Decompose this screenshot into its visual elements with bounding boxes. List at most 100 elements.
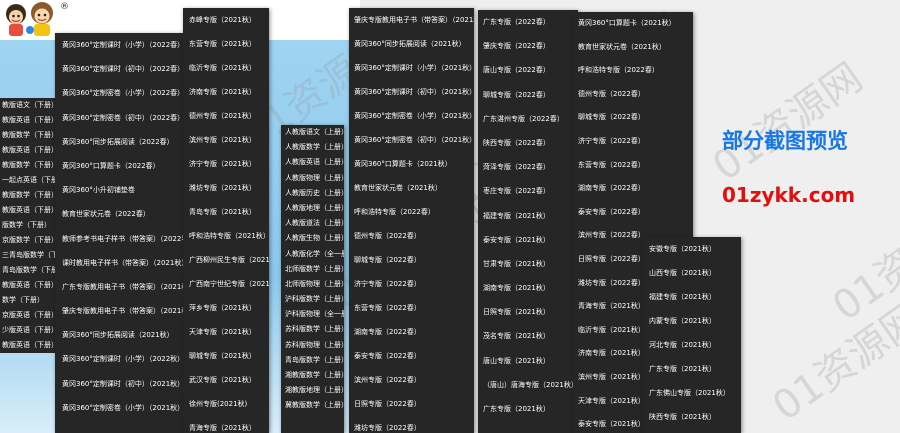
menu-item[interactable]: 湖南专版（2022春）	[573, 177, 693, 201]
menu-item[interactable]: 聊城专版（2022春）	[349, 248, 474, 272]
menu-item[interactable]: 教育世家状元卷（2021秋）	[349, 176, 474, 200]
menu-item[interactable]: 萍乡专版（2021秋）	[183, 296, 269, 320]
menu-item[interactable]: 湘教版地理（上册）	[281, 383, 344, 398]
menu-item[interactable]: 黄冈360°小升初铺垫卷	[55, 178, 185, 202]
menu-item[interactable]: 黄冈360°定制密卷（小学）（2021秋）	[55, 396, 185, 420]
menu-item[interactable]: 广东湛州专版（2022春）	[478, 107, 578, 131]
list-item[interactable]: 教版数学（下册）	[0, 128, 55, 143]
menu-item[interactable]: 黄冈360°定制密卷（小学）（2022春）	[55, 81, 185, 105]
menu-item[interactable]: 冀教版数学（上册）	[281, 398, 344, 413]
menu-item[interactable]: 东营专版（2022春）	[573, 154, 693, 178]
menu-item[interactable]: 济宁专版（2022春）	[349, 272, 474, 296]
menu-item[interactable]: 福建专版（2021秋）	[643, 285, 741, 309]
menu-item[interactable]: 天津专版（2021秋）	[183, 320, 269, 344]
menu-item[interactable]: 聊城专版（2022春）	[573, 106, 693, 130]
menu-item[interactable]: 河北专版（2021秋）	[643, 333, 741, 357]
menu-item[interactable]: 潍坊专版（2021秋）	[183, 176, 269, 200]
menu-item[interactable]: 黄冈360°定制密卷（初中）（2022春）	[55, 106, 185, 130]
menu-item[interactable]: 济宁专版（2021秋）	[183, 152, 269, 176]
menu-item[interactable]: （唐山）唐海专版（2021秋）	[478, 373, 578, 397]
list-item[interactable]: 教版英语（下册）	[0, 113, 55, 128]
menu-item[interactable]: 菏泽专版（2022春）	[478, 155, 578, 179]
menu-item[interactable]: 人教版道法（上册）	[281, 216, 344, 231]
list-item[interactable]: 京版英语（下册）	[0, 308, 55, 323]
list-item[interactable]: 京版数学（下册）	[0, 233, 55, 248]
menu-item[interactable]: 广东专版教用电子书（带答案）（2021秋）	[55, 275, 185, 299]
menu-item[interactable]: 广东专版（2021秋）	[478, 397, 578, 421]
menu-item[interactable]: 黄冈360°定制课时（初中）（2022春）	[55, 57, 185, 81]
menu-item[interactable]: 广西柳州民生专版（2021秋）	[183, 248, 269, 272]
menu-item[interactable]: 广西南宁世纪专版（2021秋）	[183, 272, 269, 296]
list-item[interactable]: 教版英语（下册）	[0, 338, 55, 353]
menu-item[interactable]: 黄冈360°定制课时（小学）（2021秋）	[349, 56, 474, 80]
menu-item[interactable]: 泰安专版（2022春）	[349, 344, 474, 368]
menu-item[interactable]: 黄冈360°同步拓展阅读（2021秋）	[349, 32, 474, 56]
menu-item[interactable]: 呼和浩特专版（2022春）	[349, 200, 474, 224]
menu-item[interactable]: 广东专版（2022春）	[478, 10, 578, 34]
menu-item[interactable]: 黄冈360°口算题卡（2021秋）	[573, 12, 693, 36]
menu-item[interactable]: 黄冈360°定制密卷（小学）（2021秋）	[349, 104, 474, 128]
menu-item[interactable]: 湖南专版（2022春）	[349, 320, 474, 344]
site-url[interactable]: 01zykk.com	[722, 183, 855, 207]
menu-item[interactable]: 济宁专版（2022春）	[573, 130, 693, 154]
menu-item[interactable]: 黄冈360°定制课时（小学）（2022秋）	[55, 347, 185, 371]
menu-item[interactable]: 滨州专版（2022春）	[349, 368, 474, 392]
menu-item[interactable]: 滨州专版（2021秋）	[183, 128, 269, 152]
menu-item[interactable]: 聊城专版（2022春）	[478, 83, 578, 107]
menu-item[interactable]: 人教版英语（上册）	[281, 155, 344, 170]
menu-item[interactable]: 武汉专版（2021秋）	[183, 368, 269, 392]
menu-item[interactable]: 人教版生物（上册）	[281, 231, 344, 246]
menu-item[interactable]: 青海专版（2021秋）	[183, 416, 269, 433]
menu-item[interactable]: 赤峰专版（2021秋）	[183, 8, 269, 32]
menu-item[interactable]: 茂名专版（2021秋）	[478, 324, 578, 348]
menu-item[interactable]: 甘肃专版（2021秋）	[478, 252, 578, 276]
menu-item[interactable]: 呼和浩特专版（2022春）	[573, 59, 693, 83]
menu-item[interactable]: 徐州专版(2021秋)	[183, 392, 269, 416]
menu-item[interactable]: 北师版数学（上册）	[281, 262, 344, 277]
menu-item[interactable]: 潍坊专版（2022春）	[349, 416, 474, 433]
menu-item[interactable]: 肇庆专版教用电子书（带答案）（2021秋）	[55, 299, 185, 323]
list-item[interactable]: 青岛版数学（下册）	[0, 263, 55, 278]
menu-item[interactable]: 肇庆专版教用电子书（带答案）（2021秋）	[349, 8, 474, 32]
list-item[interactable]: 数学（下册）	[0, 293, 55, 308]
menu-item[interactable]: 德州专版（2022春）	[573, 83, 693, 107]
menu-item[interactable]: 陕西专版（2022春）	[478, 131, 578, 155]
menu-item[interactable]: 黄冈360°同步拓展阅读（2021秋）	[55, 323, 185, 347]
menu-item[interactable]: 唐山专版（2022春）	[478, 58, 578, 82]
menu-item[interactable]: 教师参考书电子样书（带答案）（2022春）	[55, 227, 185, 251]
menu-item[interactable]: 内蒙专版（2021秋）	[643, 309, 741, 333]
menu-item[interactable]: 人教版化学（全一册）	[281, 247, 344, 262]
menu-item[interactable]: 人教版数学（上册）	[281, 140, 344, 155]
menu-item[interactable]: 东营专版（2021秋）	[183, 32, 269, 56]
menu-item[interactable]: 聊城专版（2021秋）	[183, 344, 269, 368]
menu-item[interactable]: 安徽专版（2021秋）	[643, 237, 741, 261]
menu-item[interactable]: 黄冈360°同步拓展阅读（2022春）	[55, 130, 185, 154]
menu-item[interactable]: 临沂专版（2021秋）	[183, 56, 269, 80]
list-item[interactable]: 教版英语（下册）	[0, 203, 55, 218]
list-item[interactable]: 版数学（下册）	[0, 218, 55, 233]
menu-item[interactable]: 沪科版数学（上册）	[281, 292, 344, 307]
menu-item[interactable]: 广东专版（2021秋）	[643, 357, 741, 381]
menu-item[interactable]: 苏科版物理（上册）	[281, 338, 344, 353]
list-item[interactable]: 少版英语（下册）	[0, 323, 55, 338]
menu-item[interactable]: 日照专版（2021秋）	[478, 300, 578, 324]
menu-item[interactable]: 日照专版（2022春）	[349, 392, 474, 416]
menu-item[interactable]: 湘教版数学（上册）	[281, 368, 344, 383]
menu-item[interactable]: 济南专版（2021秋）	[183, 80, 269, 104]
list-item[interactable]: 教版数学（下册）	[0, 158, 55, 173]
menu-item[interactable]: 德州专版（2021秋）	[183, 104, 269, 128]
menu-item[interactable]: 沪科版物理（全一册）	[281, 307, 344, 322]
menu-item[interactable]: 教育世家状元卷（2021秋）	[573, 36, 693, 60]
menu-item[interactable]: 苏科版数学（上册）	[281, 322, 344, 337]
list-item[interactable]: 教版语文（下册）	[0, 98, 55, 113]
menu-item[interactable]: 东营专版（2022春）	[349, 296, 474, 320]
menu-item[interactable]: 肇庆专版（2022春）	[478, 34, 578, 58]
menu-item[interactable]: 教育世家状元卷（2022春）	[55, 202, 185, 226]
menu-item[interactable]: 黄冈360°定制课时（小学）（2022春）	[55, 33, 185, 57]
menu-item[interactable]: 黄冈360°定制课时（初中）（2021秋）	[349, 80, 474, 104]
menu-item[interactable]: 湖南专版（2021秋）	[478, 276, 578, 300]
list-item[interactable]: 三青岛版数学（下册）	[0, 248, 55, 263]
menu-item[interactable]: 广东佛山专版（2021秋）	[643, 381, 741, 405]
menu-item[interactable]: 黄冈360°定制课时（初中）（2021秋）	[55, 372, 185, 396]
menu-item[interactable]: 人教版语文（上册）	[281, 125, 344, 140]
